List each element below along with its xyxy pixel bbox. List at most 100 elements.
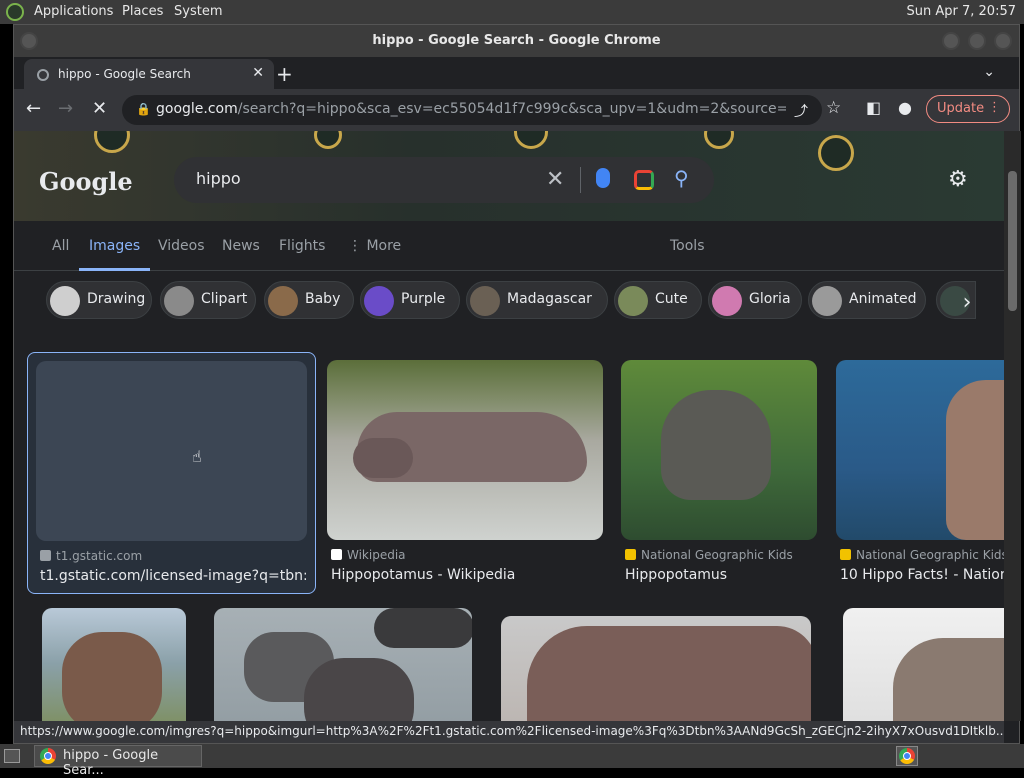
browser-window: hippo - Google Search - Google Chrome hi… — [13, 24, 1021, 744]
tab-videos[interactable]: Videos — [158, 238, 205, 254]
hippo-shape — [946, 380, 1004, 540]
address-bar[interactable]: 🔒 google.com/search?q=hippo&sca_esv=ec55… — [122, 95, 822, 125]
window-menu-icon[interactable] — [20, 32, 38, 50]
image-result[interactable] — [843, 608, 1004, 721]
wikipedia-favicon-icon — [331, 549, 342, 560]
result-image[interactable] — [836, 360, 1004, 540]
applications-menu[interactable]: Applications — [34, 4, 113, 19]
result-image[interactable] — [501, 616, 811, 721]
chip-label: Gloria — [749, 291, 791, 307]
image-result[interactable] — [501, 608, 811, 721]
tab-news[interactable]: News — [222, 238, 260, 254]
new-tab-button[interactable]: + — [276, 62, 293, 86]
chip-animated[interactable]: Animated — [808, 281, 926, 319]
share-icon[interactable]: ⤴ — [794, 101, 808, 121]
result-title[interactable]: 10 Hippo Facts! - Nationa — [840, 567, 1004, 583]
search-icon[interactable]: ⚲ — [674, 166, 689, 190]
system-menu[interactable]: System — [174, 4, 222, 19]
eclipse-decoration — [514, 131, 548, 149]
chevron-right-icon[interactable]: › — [950, 288, 984, 322]
tab-close-icon[interactable]: ✕ — [252, 65, 264, 81]
microphone-icon[interactable] — [596, 168, 610, 188]
image-result[interactable]: National Geographic Kids Hippopotamus — [621, 360, 817, 590]
update-label: Update — [937, 101, 985, 116]
google-logo[interactable]: Google — [39, 167, 133, 196]
result-image[interactable] — [327, 360, 603, 540]
tab-search-icon[interactable]: ⌄ — [983, 64, 995, 80]
result-title[interactable]: Hippopotamus - Wikipedia — [331, 567, 601, 583]
update-button[interactable]: Update ⋮ — [926, 95, 1010, 123]
profile-icon[interactable]: ● — [898, 98, 912, 117]
taskbar: hippo - Google Sear... — [0, 744, 1024, 778]
apps-menu-icon[interactable]: ⋮ — [996, 169, 1004, 193]
image-result[interactable]: ☝ t1.gstatic.com t1.gstatic.com/licensed… — [27, 352, 316, 594]
chip-purple[interactable]: Purple — [360, 281, 460, 319]
chip-thumbnail — [712, 286, 742, 316]
taskbar-item-label: hippo - Google Sear... — [63, 748, 159, 778]
image-result[interactable]: National Geographic Kids 10 Hippo Facts!… — [836, 360, 1004, 590]
stop-loading-button[interactable]: ✕ — [92, 98, 107, 119]
vertical-scrollbar[interactable] — [1004, 131, 1021, 721]
google-lens-icon[interactable] — [634, 170, 654, 190]
chip-thumbnail — [50, 286, 80, 316]
chip-thumbnail — [364, 286, 394, 316]
hippo-head-shape — [353, 438, 413, 478]
lock-icon[interactable]: 🔒 — [136, 102, 151, 116]
chip-cute[interactable]: Cute — [614, 281, 702, 319]
result-image[interactable] — [843, 608, 1004, 721]
chip-baby[interactable]: Baby — [264, 281, 354, 319]
tab-images[interactable]: Images — [78, 238, 151, 271]
result-image-placeholder[interactable]: ☝ — [36, 361, 307, 541]
scrollbar-thumb[interactable] — [1008, 171, 1017, 311]
clock[interactable]: Sun Apr 7, 20:57 — [907, 4, 1016, 19]
chip-label: Animated — [849, 291, 917, 307]
result-image[interactable] — [621, 360, 817, 540]
image-result[interactable] — [42, 608, 186, 721]
natgeo-favicon-icon — [840, 549, 851, 560]
search-input[interactable]: hippo — [196, 169, 241, 188]
chip-label: Purple — [401, 291, 446, 307]
chip-clipart[interactable]: Clipart — [160, 281, 256, 319]
search-box[interactable]: hippo ✕ ⚲ — [174, 157, 714, 203]
tab-flights[interactable]: Flights — [279, 238, 325, 254]
chip-drawing[interactable]: Drawing — [46, 281, 152, 319]
tab-all[interactable]: All — [52, 238, 69, 254]
places-menu[interactable]: Places — [122, 4, 163, 19]
clear-search-icon[interactable]: ✕ — [546, 167, 564, 192]
close-window-icon[interactable] — [994, 32, 1012, 50]
tab-more[interactable]: ⋮ More — [348, 238, 401, 254]
result-source: National Geographic Kids — [625, 548, 793, 562]
back-button[interactable]: ← — [26, 98, 41, 119]
result-image[interactable] — [214, 608, 472, 721]
result-image[interactable] — [42, 608, 186, 721]
chip-gloria[interactable]: Gloria — [708, 281, 802, 319]
tools-button[interactable]: Tools — [670, 238, 705, 254]
natgeo-favicon-icon — [625, 549, 636, 560]
browser-tab[interactable]: hippo - Google Search ✕ — [24, 59, 274, 89]
menu-dots-icon[interactable]: ⋮ — [988, 100, 1001, 115]
maximize-icon[interactable] — [968, 32, 986, 50]
top-panel: Applications Places System Sun Apr 7, 20… — [0, 0, 1024, 24]
image-result[interactable]: Wikipedia Hippopotamus - Wikipedia — [327, 360, 603, 590]
forward-button[interactable]: → — [58, 98, 73, 119]
gnome-logo-icon[interactable] — [6, 3, 24, 21]
chip-label: Cute — [655, 291, 688, 307]
minimize-icon[interactable] — [942, 32, 960, 50]
side-panel-icon[interactable]: ◧ — [866, 98, 881, 117]
taskbar-window-item[interactable]: hippo - Google Sear... — [34, 745, 202, 778]
url-text[interactable]: google.com/search?q=hippo&sca_esv=ec5505… — [156, 101, 786, 117]
result-title[interactable]: t1.gstatic.com/licensed-image?q=tbn:A... — [40, 568, 306, 584]
hand-cursor-icon: ☝ — [192, 447, 202, 466]
hippo-shape — [62, 632, 162, 721]
result-title[interactable]: Hippopotamus — [625, 567, 815, 583]
chrome-icon — [899, 748, 915, 764]
workspace-switcher[interactable] — [896, 746, 918, 766]
window-titlebar[interactable]: hippo - Google Search - Google Chrome — [14, 25, 1019, 57]
result-source: National Geographic Kids — [840, 548, 1004, 562]
show-desktop-icon[interactable] — [4, 749, 20, 763]
chip-madagascar[interactable]: Madagascar — [466, 281, 608, 319]
image-result[interactable] — [214, 608, 472, 721]
bookmark-star-icon[interactable]: ☆ — [826, 98, 841, 118]
settings-gear-icon[interactable]: ⚙ — [948, 167, 968, 192]
page-content: Google hippo ✕ ⚲ ⚙ ⋮ All Images Videos N… — [14, 131, 1004, 721]
